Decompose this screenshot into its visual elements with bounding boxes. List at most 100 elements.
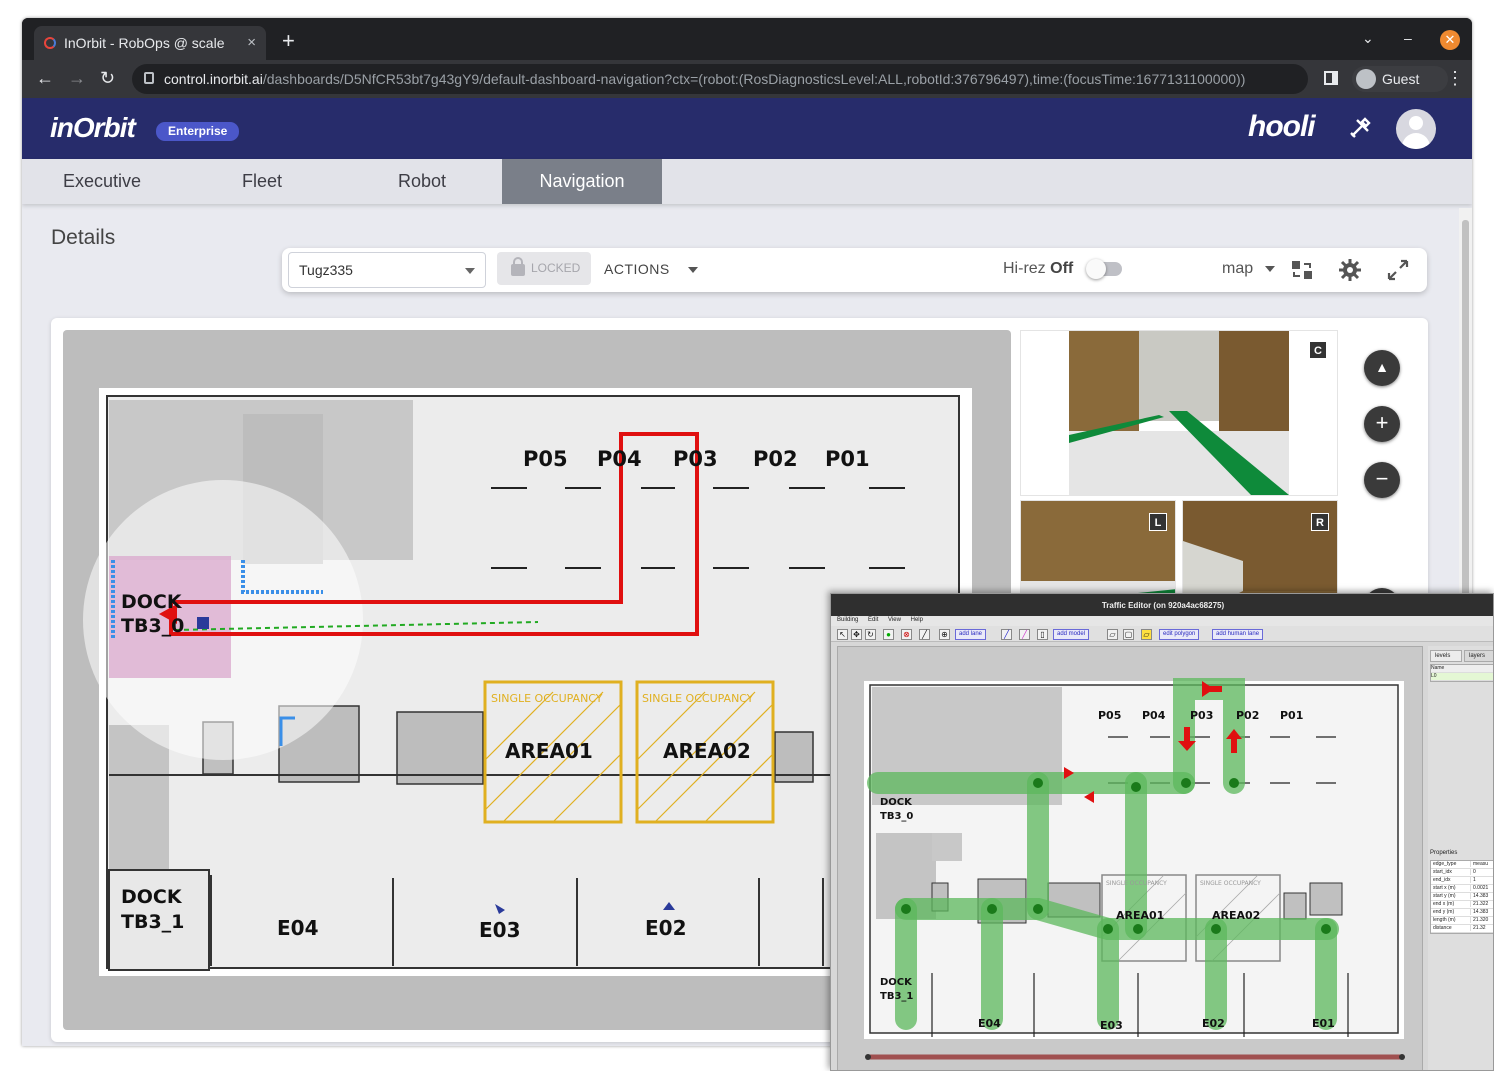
add-human-lane-button[interactable]: add human lane <box>1212 629 1264 640</box>
menu-building[interactable]: Building <box>837 617 858 623</box>
lock-label: LOCKED <box>531 261 581 275</box>
traffic-editor-canvas[interactable]: P05 P04 P03 P02 P01 DOCK TB3_0 DOCK TB3_… <box>837 646 1423 1070</box>
hirez-toggle[interactable] <box>1086 259 1122 279</box>
door-tool-icon[interactable]: ▯ <box>1037 629 1048 640</box>
fullscreen-icon[interactable] <box>1386 258 1410 282</box>
levels-table: Name L0 <box>1430 664 1493 682</box>
tab-executive[interactable]: Executive <box>22 159 182 204</box>
lock-button[interactable]: LOCKED <box>497 252 591 285</box>
zone-tool-icon[interactable]: ▱ <box>1141 629 1152 640</box>
menu-edit[interactable]: Edit <box>868 617 878 623</box>
address-bar[interactable]: control.inorbit.ai/dashboards/D5NfCR53bt… <box>132 64 1308 94</box>
back-button[interactable]: ← <box>36 68 54 89</box>
te-station-label: E02 <box>1202 1017 1225 1030</box>
level-row[interactable]: L0 <box>1431 673 1493 681</box>
te-zone-caption: SINGLE OCCUPANCY <box>1106 880 1167 887</box>
te-dock-label: TB3_1 <box>880 991 913 1002</box>
new-tab-button[interactable]: + <box>282 28 295 54</box>
forward-button[interactable]: → <box>68 68 86 89</box>
gear-icon[interactable] <box>1338 258 1362 282</box>
te-shelf-label: P05 <box>1098 709 1121 722</box>
app-header: inOrbit Enterprise hooli <box>22 98 1472 159</box>
add-model-button[interactable]: add model <box>1053 629 1090 640</box>
nav-tabs: Executive Fleet Robot Navigation <box>22 159 1472 204</box>
traffic-editor-window: Traffic Editor (on 920a4ac68275) Buildin… <box>830 593 1494 1071</box>
camera-label-l: L <box>1149 513 1167 531</box>
zone-label: AREA01 <box>505 739 593 763</box>
profile-avatar-icon <box>1356 69 1376 89</box>
crosshair-tool-icon[interactable]: ⊕ <box>939 629 950 640</box>
te-shelf-label: P02 <box>1236 709 1259 722</box>
tab-levels[interactable]: levels <box>1430 650 1462 662</box>
compass-button[interactable]: ▲ <box>1364 350 1400 386</box>
traffic-editor-title: Traffic Editor (on 920a4ac68275) <box>831 594 1493 616</box>
actions-chevron-icon[interactable] <box>688 267 698 273</box>
select-tool-icon[interactable]: ↖ <box>837 629 848 640</box>
te-station-label: E04 <box>978 1017 1001 1030</box>
inorbit-logo[interactable]: inOrbit <box>50 112 136 144</box>
add-lane-button[interactable]: add lane <box>955 629 987 640</box>
chevron-down-icon <box>465 268 475 274</box>
floor-tool-icon[interactable]: ╱ <box>1019 629 1030 640</box>
zoom-in-button[interactable]: + <box>1364 406 1400 442</box>
minimize-button[interactable]: – <box>1404 30 1412 46</box>
polygon-tool-icon[interactable]: ▱ <box>1107 629 1118 640</box>
wall-tool-icon[interactable]: ╱ <box>1001 629 1012 640</box>
zoom-out-button[interactable]: − <box>1364 462 1400 498</box>
traffic-editor-menu: Building Edit View Help <box>831 616 1493 626</box>
tab-title: InOrbit - RobOps @ scale <box>64 35 225 51</box>
menu-help[interactable]: Help <box>911 617 923 623</box>
properties-table: edge_type measu start_idx 0 end_idx 1 start… <box>1430 860 1493 934</box>
camera-label-r: R <box>1311 513 1329 531</box>
hole-tool-icon[interactable]: ▢ <box>1123 629 1134 640</box>
reading-list-icon[interactable] <box>1324 71 1338 85</box>
camera-label-c: C <box>1309 341 1327 359</box>
window-close-button[interactable]: ✕ <box>1440 30 1460 50</box>
shelf-label: P03 <box>673 447 718 471</box>
robot-select[interactable]: Tugz335 <box>288 252 486 288</box>
section-title: Details <box>51 226 116 249</box>
station-label: E03 <box>479 918 521 942</box>
tab-search-chevron-icon[interactable]: ⌄ <box>1362 30 1374 47</box>
tab-fleet[interactable]: Fleet <box>182 159 342 204</box>
inorbit-favicon-icon <box>44 37 56 49</box>
dock-label: DOCK <box>121 886 183 908</box>
url-host: control.inorbit.ai <box>164 71 263 87</box>
properties-title: Properties <box>1430 850 1458 856</box>
edit-polygon-button[interactable]: edit polygon <box>1159 629 1200 640</box>
shelf-label: P01 <box>825 447 870 471</box>
browser-menu-icon[interactable]: ⋮ <box>1446 68 1464 89</box>
traffic-editor-sidebar: levels layers Name L0 Properties edge_ty… <box>1428 646 1493 1070</box>
te-shelf-label: P04 <box>1142 709 1166 722</box>
measure-tool-icon[interactable]: ╱ <box>919 629 930 640</box>
move-tool-icon[interactable]: ✥ <box>851 629 862 640</box>
rotate-tool-icon[interactable]: ↻ <box>865 629 876 640</box>
user-avatar[interactable] <box>1396 109 1436 149</box>
swap-icon[interactable] <box>1290 258 1314 282</box>
tab-close-icon[interactable]: × <box>247 34 256 51</box>
view-chevron-icon[interactable] <box>1265 266 1275 272</box>
te-shelf-label: P01 <box>1280 709 1303 722</box>
tab-navigation[interactable]: Navigation <box>502 159 662 204</box>
add-vertex-icon[interactable]: ● <box>883 629 894 640</box>
te-zone-caption: SINGLE OCCUPANCY <box>1200 880 1261 887</box>
profile-button[interactable]: Guest <box>1352 66 1448 92</box>
tab-layers[interactable]: layers <box>1464 650 1493 662</box>
zone-caption: SINGLE OCCUPANCY <box>642 692 754 705</box>
actions-button[interactable]: ACTIONS <box>604 261 670 277</box>
camera-center[interactable]: C <box>1020 330 1338 496</box>
zone-caption: SINGLE OCCUPANCY <box>491 692 603 705</box>
robot-select-value: Tugz335 <box>299 262 353 278</box>
te-zone-label: AREA02 <box>1212 909 1260 922</box>
browser-tab[interactable]: InOrbit - RobOps @ scale × <box>34 26 266 60</box>
browser-tab-bar: InOrbit - RobOps @ scale × + ⌄ – ✕ <box>22 18 1472 60</box>
reload-button[interactable]: ↻ <box>100 68 115 89</box>
shelf-label: P04 <box>597 447 642 471</box>
tab-robot[interactable]: Robot <box>342 159 502 204</box>
customer-logo: hooli <box>1248 110 1316 143</box>
te-station-label: E01 <box>1312 1017 1335 1030</box>
menu-view[interactable]: View <box>888 617 901 623</box>
view-select[interactable]: map <box>1222 260 1253 278</box>
delete-tool-icon[interactable]: ⊗ <box>901 629 912 640</box>
tools-icon[interactable] <box>1347 115 1373 141</box>
